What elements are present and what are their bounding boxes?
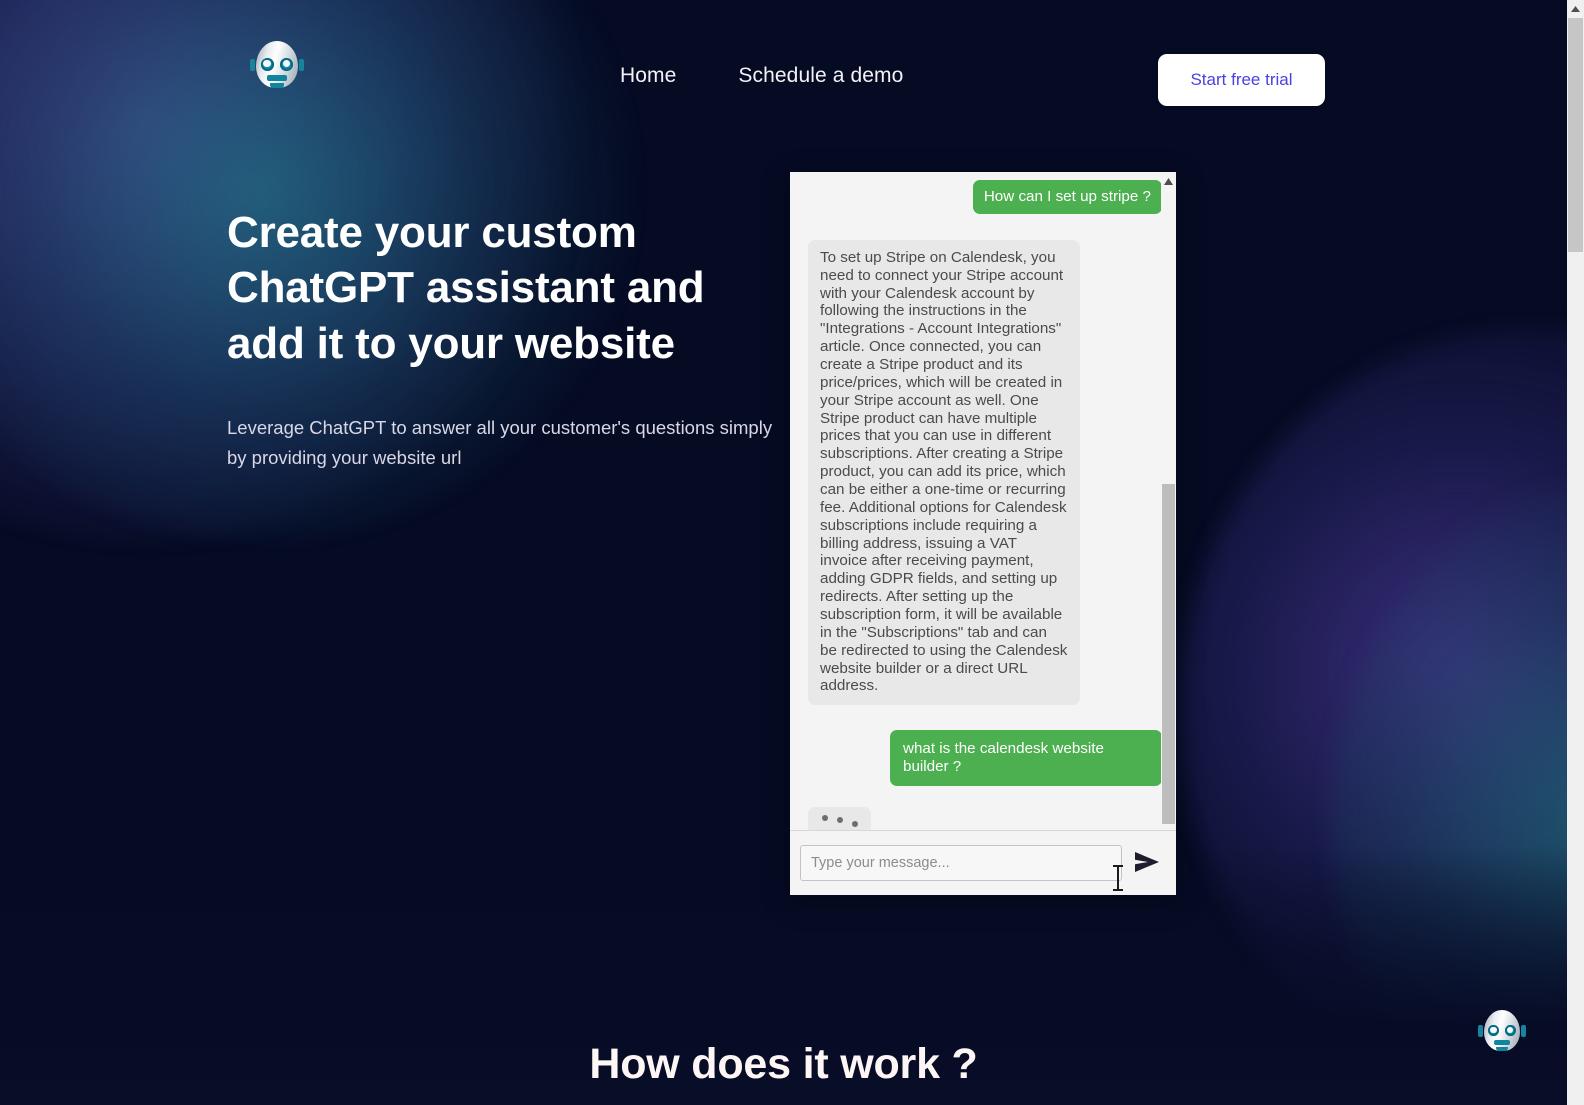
chat-message-bot: To set up Stripe on Calendesk, you need … (808, 239, 1080, 706)
typing-dot (821, 814, 828, 821)
hero-section: Create your custom ChatGPT assistant and… (227, 205, 787, 473)
page-canvas: Home Schedule a demo Start free trial Cr… (0, 0, 1567, 1105)
chat-input-bar (790, 830, 1176, 895)
typing-indicator (808, 807, 871, 830)
chat-message-row: To set up Stripe on Calendesk, you need … (808, 239, 1162, 706)
site-header: Home Schedule a demo Start free trial (0, 0, 1567, 160)
browser-scrollbar-thumb[interactable] (1568, 18, 1583, 252)
chat-launcher-button[interactable] (1478, 1008, 1526, 1054)
send-arrow-icon (1134, 850, 1160, 877)
chat-message-user: what is the calendesk website builder ? (890, 730, 1162, 787)
chat-scrollbar[interactable] (1161, 172, 1176, 830)
robot-chat-launcher-icon (1478, 1008, 1526, 1054)
chat-message-row: what is the calendesk website builder ? (808, 730, 1162, 787)
chat-message-user: How can I set up stripe ? (972, 180, 1162, 214)
hero-title: Create your custom ChatGPT assistant and… (227, 208, 705, 368)
chat-message-list[interactable]: How can I set up stripe ? To set up Stri… (790, 172, 1176, 830)
nav-item-schedule-a-demo[interactable]: Schedule a demo (738, 64, 903, 88)
robot-logo-icon (249, 39, 305, 91)
nav-item-home[interactable]: Home (620, 64, 676, 88)
start-free-trial-button[interactable]: Start free trial (1158, 54, 1325, 106)
browser-scroll-up-arrow-icon[interactable] (1567, 0, 1584, 17)
how-it-works-section: How does it work ? (0, 1040, 1567, 1089)
browser-scrollbar[interactable] (1567, 0, 1584, 1105)
hero-subtitle: Leverage ChatGPT to answer all your cust… (227, 417, 773, 469)
chat-message-row: How can I set up stripe ? (808, 180, 1162, 214)
how-it-works-title: How does it work ? (589, 1040, 978, 1088)
chat-message-input[interactable] (800, 845, 1122, 881)
logo-link[interactable] (249, 39, 305, 91)
send-button[interactable] (1130, 850, 1164, 877)
chat-scrollbar-thumb[interactable] (1162, 484, 1175, 824)
chat-widget: How can I set up stripe ? To set up Stri… (790, 172, 1176, 895)
main-navigation: Home Schedule a demo (620, 64, 903, 88)
typing-dot (836, 816, 843, 823)
typing-dot (851, 820, 858, 827)
scroll-up-arrow-icon[interactable] (1161, 174, 1176, 188)
